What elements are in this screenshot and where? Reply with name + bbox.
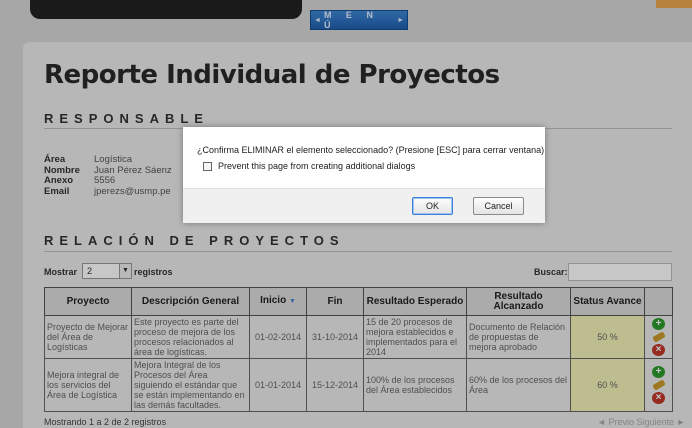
checkbox-box[interactable]	[203, 161, 212, 171]
checkbox-label: Prevent this page from creating addition…	[218, 161, 416, 171]
confirm-dialog: ¿Confirma ELIMINAR el elemento seleccion…	[183, 127, 545, 223]
prevent-dialogs-checkbox[interactable]: Prevent this page from creating addition…	[203, 161, 415, 171]
dialog-message: ¿Confirma ELIMINAR el elemento seleccion…	[197, 145, 545, 155]
ok-button[interactable]: OK	[412, 197, 453, 215]
cancel-button[interactable]: Cancel	[473, 197, 524, 215]
